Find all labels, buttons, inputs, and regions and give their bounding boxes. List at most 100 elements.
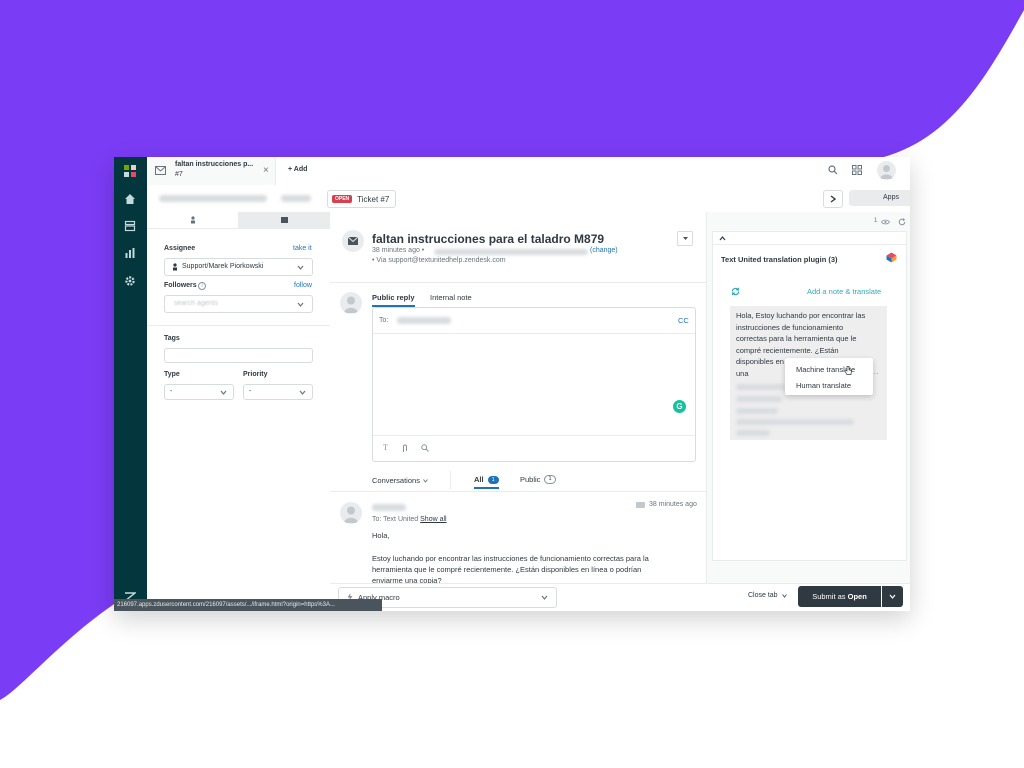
tab-all[interactable]: All 1 (474, 475, 499, 489)
all-label: All (474, 475, 484, 484)
chevron-down-icon (220, 390, 227, 395)
product-tray-icon[interactable] (852, 165, 862, 175)
assignee-select[interactable]: Support/Marek Piorkowski (164, 258, 313, 276)
apps-button[interactable]: Apps (849, 190, 910, 206)
close-tab-label: Close tab (748, 592, 778, 599)
priority-value: - (249, 388, 252, 395)
submit-button[interactable]: Submit as Open (798, 586, 881, 607)
close-tab-dropdown[interactable]: Close tab (748, 592, 787, 599)
chevron-down-icon (297, 265, 304, 270)
submit-status: Open (847, 592, 867, 601)
ticket-number-label: Ticket #7 (357, 194, 390, 204)
message-body: Estoy luchando por encontrar las instruc… (372, 554, 649, 585)
followers-input[interactable]: search agents (164, 295, 313, 313)
public-label: Public (520, 475, 541, 484)
all-count-badge: 1 (487, 475, 499, 484)
home-icon[interactable] (122, 191, 138, 207)
message-channel-icon (636, 502, 645, 508)
follow-link[interactable]: follow (294, 282, 312, 289)
menu-human-translate[interactable]: Human translate (796, 381, 851, 390)
collapse-chevron-icon[interactable] (719, 236, 726, 241)
ticket-subject[interactable]: faltan instrucciones para el taladro M87… (372, 232, 604, 246)
show-all-link[interactable]: Show all (420, 516, 446, 523)
tab-public[interactable]: Public 1 (520, 475, 556, 484)
info-icon: i (198, 282, 206, 290)
message-author[interactable] (372, 504, 406, 511)
tab-public-reply[interactable]: Public reply (372, 293, 415, 307)
priority-select[interactable]: - (243, 384, 313, 400)
search-icon[interactable] (828, 165, 838, 175)
tags-input[interactable] (164, 348, 313, 363)
card-blurred-line-4 (736, 419, 854, 425)
reporting-icon[interactable] (122, 245, 138, 261)
assignee-label: Assignee (164, 245, 196, 252)
recipient-chip[interactable] (397, 317, 451, 324)
type-select[interactable]: - (164, 384, 234, 400)
card-blurred-line-2 (736, 396, 782, 402)
reply-editor[interactable]: To: CC G T (372, 307, 696, 462)
status-url-tooltip: 216097.apps.zdusercontent.com/216097/ass… (114, 599, 382, 611)
ticket-options-button[interactable] (677, 231, 693, 246)
tab-subtitle: #7 (175, 171, 183, 178)
plugin-title: Text United translation plugin (3) (721, 255, 838, 264)
grammarly-icon[interactable]: G (673, 400, 686, 413)
card-blurred-line-1 (736, 384, 786, 390)
plugin-divider (713, 244, 906, 245)
search-knowledge-icon[interactable] (421, 444, 429, 452)
admin-gear-icon[interactable] (122, 273, 138, 289)
textunited-logo-icon (886, 252, 897, 263)
views-icon[interactable] (122, 218, 138, 234)
type-value: - (170, 388, 173, 395)
cc-link[interactable]: CC (678, 316, 689, 325)
filter-divider (450, 471, 451, 489)
conversations-filter[interactable]: Conversations (372, 476, 428, 485)
ticket-subbar: OPEN Ticket #7 Apps (147, 185, 910, 213)
organization-breadcrumb[interactable] (281, 195, 311, 202)
ticket-breadcrumb[interactable]: OPEN Ticket #7 (327, 190, 397, 208)
close-tab-icon[interactable]: × (263, 165, 269, 176)
add-tab-button[interactable]: + Add (288, 166, 307, 173)
mail-icon (348, 237, 358, 245)
refresh-icon[interactable] (898, 218, 906, 226)
type-label: Type (164, 371, 180, 378)
zendesk-logo-icon[interactable] (122, 163, 138, 179)
ticket-properties-pane: Assignee take it Support/Marek Piorkowsk… (147, 212, 331, 611)
message-to: To: Text United (372, 516, 419, 523)
nav-rail (114, 157, 147, 611)
eye-icon (881, 219, 890, 225)
recipients-row: To: CC (373, 308, 695, 334)
requester-avatar (342, 230, 364, 252)
caret-down-icon (682, 237, 688, 240)
sync-icon[interactable] (731, 287, 740, 296)
hand-cursor-icon (844, 366, 852, 375)
mail-icon (155, 166, 166, 175)
conversation-pane: faltan instrucciones para el taladro M87… (330, 212, 706, 585)
change-link[interactable]: (change) (590, 247, 618, 254)
text-format-icon[interactable]: T (383, 443, 388, 452)
status-badge: OPEN (332, 195, 353, 203)
submit-prefix: Submit as (812, 592, 848, 601)
next-button[interactable] (823, 190, 843, 208)
chevron-down-icon (889, 594, 896, 599)
card-blurred-line-3 (736, 408, 778, 414)
tab-ticket-fields[interactable] (147, 212, 238, 228)
zendesk-window: faltan instrucciones p... #7 × + Add OPE… (114, 157, 910, 611)
attach-icon[interactable] (402, 444, 408, 453)
user-avatar[interactable] (877, 161, 896, 180)
submit-options-button[interactable] (882, 586, 903, 607)
take-it-link[interactable]: take it (293, 245, 312, 252)
chevron-down-icon (541, 595, 548, 600)
tab-internal-note[interactable]: Internal note (430, 293, 472, 302)
assignee-value: Support/Marek Piorkowski (182, 263, 264, 270)
tab-ticket-info[interactable] (238, 212, 330, 228)
message-recipients: To: Text United Show all (372, 516, 447, 523)
add-note-translate-link[interactable]: Add a note & translate (807, 287, 881, 296)
message-time: 38 minutes ago (649, 501, 697, 508)
card-blurred-line-5 (736, 430, 770, 436)
divider (147, 325, 330, 326)
ticket-tab[interactable]: faltan instrucciones p... #7 × (147, 157, 276, 185)
message-avatar (340, 502, 362, 524)
requester-breadcrumb[interactable] (159, 195, 267, 202)
conversation-divider (330, 491, 706, 492)
person-icon (190, 216, 195, 224)
